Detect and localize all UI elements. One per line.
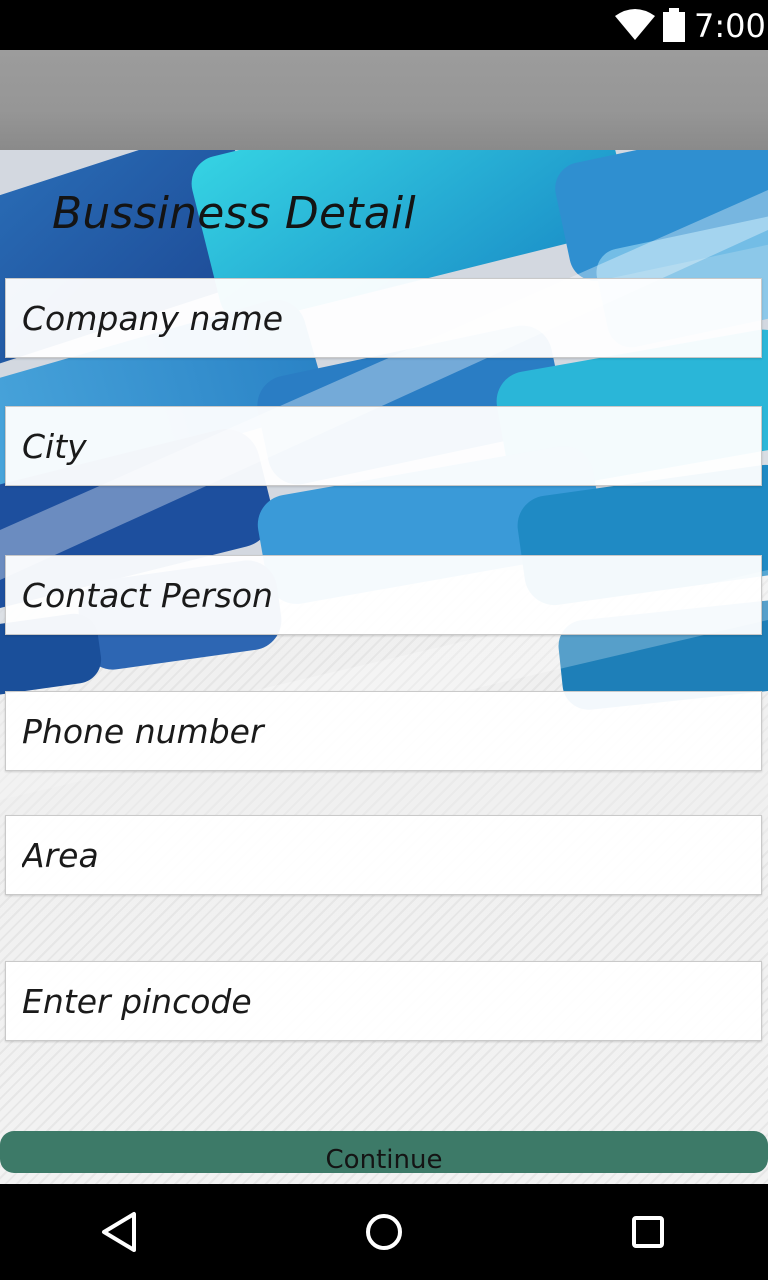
contact-person-input[interactable] xyxy=(6,556,761,634)
content-area: Bussiness Detail Continue xyxy=(0,150,768,1184)
app-bar xyxy=(0,50,768,150)
company-name-input[interactable] xyxy=(6,279,761,357)
company-name-field[interactable] xyxy=(5,278,762,358)
wifi-icon xyxy=(615,9,655,40)
phone-number-field[interactable] xyxy=(5,691,762,771)
home-icon[interactable] xyxy=(356,1204,412,1260)
city-field[interactable] xyxy=(5,406,762,486)
contact-person-field[interactable] xyxy=(5,555,762,635)
continue-button[interactable]: Continue xyxy=(0,1131,768,1175)
recents-icon[interactable] xyxy=(620,1204,676,1260)
screen: 7:00 Bussiness Detail Company name City … xyxy=(0,0,768,1280)
back-icon[interactable] xyxy=(92,1204,148,1260)
pincode-field[interactable] xyxy=(5,961,762,1041)
navigation-bar xyxy=(0,1184,768,1280)
status-time: 7:00 xyxy=(694,7,766,45)
area-input[interactable] xyxy=(6,816,761,894)
pincode-input[interactable] xyxy=(6,962,761,1040)
page-title: Bussiness Detail xyxy=(52,188,416,239)
city-input[interactable] xyxy=(6,407,761,485)
area-field[interactable] xyxy=(5,815,762,895)
phone-number-input[interactable] xyxy=(6,692,761,770)
battery-icon xyxy=(663,8,685,42)
status-bar: 7:00 xyxy=(0,0,768,50)
